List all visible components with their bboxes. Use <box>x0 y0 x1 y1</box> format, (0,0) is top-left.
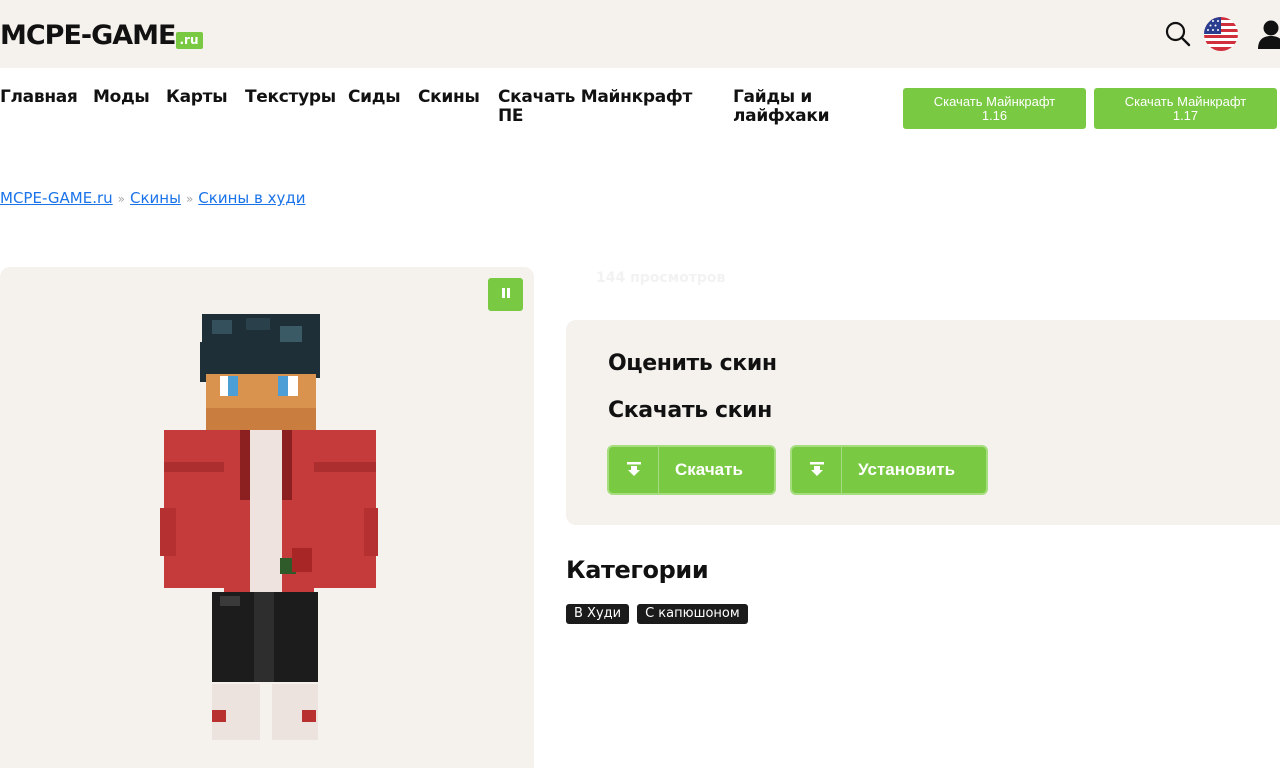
nav-item-maps[interactable]: Карты <box>166 88 228 107</box>
skin-3d-model[interactable] <box>150 312 390 752</box>
breadcrumb-skins[interactable]: Скины <box>130 189 181 207</box>
header-icons <box>1164 16 1280 52</box>
site-header: MCPE-GAME .ru <box>0 0 1280 68</box>
pause-animation-button[interactable] <box>488 278 523 311</box>
breadcrumb-separator: » <box>117 192 125 206</box>
download-icon <box>609 447 659 493</box>
nav-item-skins[interactable]: Скины <box>418 88 480 107</box>
search-icon[interactable] <box>1164 20 1192 48</box>
breadcrumb-separator: » <box>185 192 194 206</box>
tag-with-hood[interactable]: С капюшоном <box>637 604 748 624</box>
nav-item-home[interactable]: Главная <box>0 88 78 107</box>
user-icon[interactable] <box>1258 19 1280 49</box>
category-tags: В Худи С капюшоном <box>566 604 756 624</box>
download-116-button[interactable]: Скачать Майнкрафт 1.16 <box>903 88 1086 129</box>
download-icon <box>792 447 842 493</box>
main-nav: Главная Моды Карты Текстуры Сиды Скины С… <box>0 88 1280 138</box>
breadcrumb: MCPE-GAME.ru » Скины » Скины в худи <box>0 189 305 207</box>
download-skin-title: Скачать скин <box>608 398 772 423</box>
site-logo[interactable]: MCPE-GAME .ru <box>0 18 203 52</box>
tag-hoodie[interactable]: В Худи <box>566 604 630 624</box>
download-skin-label: Скачать <box>675 460 743 479</box>
logo-text: MCPE-GAME <box>0 20 176 51</box>
nav-item-mods[interactable]: Моды <box>93 88 150 107</box>
nav-item-guides[interactable]: Гайды и лайфхаки <box>733 88 853 126</box>
nav-item-download-mcpe[interactable]: Скачать Майнкрафт ПЕ <box>498 88 698 126</box>
views-count: 144 просмотров <box>596 270 726 286</box>
breadcrumb-home[interactable]: MCPE-GAME.ru <box>0 189 113 207</box>
install-skin-label: Установить <box>858 460 956 479</box>
logo-suffix: .ru <box>175 32 203 49</box>
us-flag-icon[interactable] <box>1204 17 1238 51</box>
nav-item-textures[interactable]: Текстуры <box>245 88 336 107</box>
nav-item-seeds[interactable]: Сиды <box>348 88 401 107</box>
download-116-label: Скачать Майнкрафт 1.16 <box>933 93 1056 123</box>
download-117-button[interactable]: Скачать Майнкрафт 1.17 <box>1094 88 1277 129</box>
install-skin-button[interactable]: Установить <box>790 445 988 495</box>
pause-icon <box>500 287 512 302</box>
rate-skin-title: Оценить скин <box>608 351 777 376</box>
categories-title: Категории <box>566 556 709 584</box>
download-skin-button[interactable]: Скачать <box>607 445 776 495</box>
breadcrumb-hoodie-skins[interactable]: Скины в худи <box>198 189 305 207</box>
download-117-label: Скачать Майнкрафт 1.17 <box>1124 93 1247 123</box>
